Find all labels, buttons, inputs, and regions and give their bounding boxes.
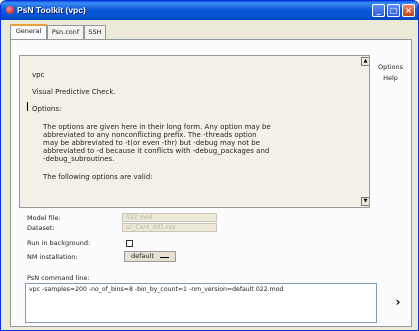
scroll-down-button[interactable]: ▼ [361,197,369,206]
help-text-area[interactable]: vpc Visual Predictive Check. Options: Th… [19,55,370,208]
dataset-field[interactable]: sc_Cont_001.csv [122,223,217,232]
arrow-up-icon: ▲ [363,58,368,64]
window-title: PsN Toolkit (vpc) [17,5,86,15]
help-command-name: vpc [32,71,45,79]
help-valid-intro: The following options are valid: [43,172,153,181]
nm-installation-select[interactable]: default [124,251,176,262]
help-options-body: The options are given here in their long… [43,122,271,164]
tab-psn-conf[interactable]: Psn.conf [47,25,84,39]
command-line-input[interactable]: vpc -samples=200 -no_of_bins=8 -bin_by_c… [25,283,377,323]
close-button[interactable]: × [402,4,415,17]
psn-command-line-label: PsN command line: [27,274,90,282]
help-options-heading: Options: [32,105,62,114]
app-icon [6,6,14,14]
help-description: Visual Predictive Check. [32,88,116,97]
dropdown-indicator-icon [160,257,169,258]
run-button[interactable]: › [389,293,407,311]
tab-ssh[interactable]: SSH [84,25,106,39]
maximize-button[interactable]: □ [387,4,400,17]
nm-installation-value: default [131,252,154,260]
nm-installation-label: NM installation: [27,253,78,261]
run-in-background-checkbox[interactable] [126,240,133,247]
title-bar[interactable]: PsN Toolkit (vpc) _ □ × [1,1,418,20]
help-button[interactable]: Help [372,74,409,82]
text-cursor [27,102,28,111]
scroll-up-button[interactable]: ▲ [361,57,369,66]
tab-general[interactable]: General [10,24,47,39]
options-button[interactable]: Options [372,63,409,71]
run-in-background-label: Run in background: [27,239,91,247]
dataset-label: Dataset: [27,224,55,232]
model-file-field[interactable]: 022.mod [122,213,217,222]
arrow-down-icon: ▼ [363,198,368,204]
help-text: vpc Visual Predictive Check. Options: Th… [32,71,342,190]
minimize-button[interactable]: _ [372,4,385,17]
app-window: PsN Toolkit (vpc) _ □ × General Psn.conf… [0,0,419,331]
model-file-label: Model file: [27,214,61,222]
chevron-right-icon: › [395,295,401,309]
